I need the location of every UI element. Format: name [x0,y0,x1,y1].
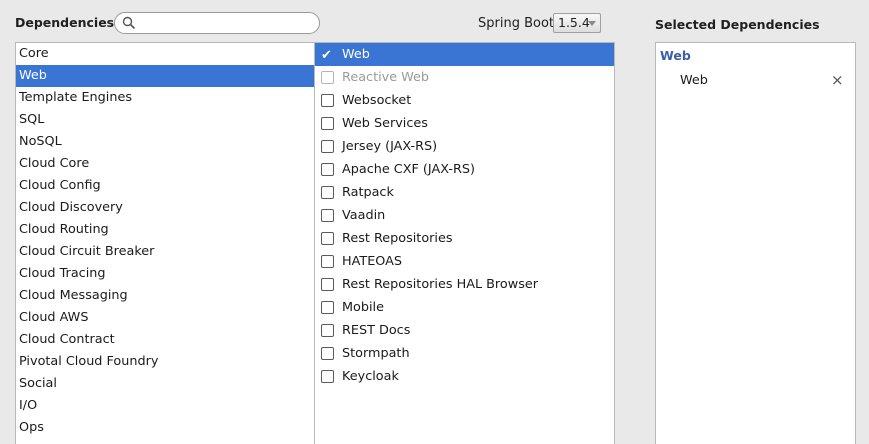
dependency-label: Vaadin [342,208,386,223]
spring-boot-version-value: 1.5.4 [558,15,590,30]
category-list[interactable]: Core Web Template Engines SQL NoSQL Cloud Cor… [15,42,315,444]
selected-dependencies-title: Selected Dependencies [655,17,820,32]
dependency-checkbox[interactable] [321,186,334,199]
dependency-label: Keycloak [342,369,399,384]
dependency-checkbox[interactable] [321,255,334,268]
category-item[interactable]: Social [16,373,314,395]
dependency-item[interactable]: Rest Repositories [315,227,614,250]
dependency-item[interactable]: Keycloak [315,365,614,388]
dependency-label: Web Services [342,116,428,131]
category-item[interactable]: I/O [16,395,314,417]
dependency-item[interactable]: Mobile [315,296,614,319]
dependency-checkbox[interactable] [321,209,334,222]
dependency-label: Stormpath [342,346,410,361]
dependency-item[interactable]: Jersey (JAX-RS) [315,135,614,158]
dependency-label: REST Docs [342,323,411,338]
category-item[interactable]: Cloud Routing [16,219,314,241]
category-item[interactable]: Cloud Messaging [16,285,314,307]
dependency-checkbox[interactable] [321,370,334,383]
dependency-item[interactable]: HATEOAS [315,250,614,273]
dependency-item[interactable]: Websocket [315,89,614,112]
dependency-item: Reactive Web [315,66,614,89]
dependency-list[interactable]: ✔ Web Reactive Web Websocket Web Services Jer… [314,42,615,444]
category-item[interactable]: Core [16,43,314,65]
dependency-label: Mobile [342,300,384,315]
dependency-item[interactable]: Apache CXF (JAX-RS) [315,158,614,181]
dependency-checkbox[interactable] [321,347,334,360]
dependency-checkbox[interactable] [321,140,334,153]
category-item[interactable]: SQL [16,109,314,131]
dependencies-title: Dependencies [15,15,115,30]
dependency-item[interactable]: Stormpath [315,342,614,365]
category-item[interactable]: Cloud Core [16,153,314,175]
dependency-checkbox[interactable] [321,117,334,130]
category-item[interactable]: Cloud Contract [16,329,314,351]
category-item[interactable]: Cloud AWS [16,307,314,329]
selected-group-header: Web [660,48,691,63]
selected-dependency-label: Web [680,73,708,88]
dependency-checkbox[interactable] [321,278,334,291]
dependency-checkbox[interactable] [321,301,334,314]
category-item[interactable]: Web [16,65,314,87]
selected-dependencies-panel: Web Web × [655,42,856,444]
category-item[interactable]: Template Engines [16,87,314,109]
dependency-checkbox[interactable] [321,324,334,337]
category-item[interactable]: NoSQL [16,131,314,153]
dependency-item[interactable]: Ratpack [315,181,614,204]
category-item[interactable]: Pivotal Cloud Foundry [16,351,314,373]
dependency-label: Websocket [342,93,412,108]
dependency-label: Jersey (JAX-RS) [342,139,438,154]
close-icon[interactable]: × [831,73,844,88]
category-item[interactable]: Cloud Circuit Breaker [16,241,314,263]
dependency-checkbox[interactable] [321,163,334,176]
chevron-down-icon [588,21,596,26]
dependency-label: Web [342,47,370,62]
check-icon: ✔ [321,48,332,63]
dependency-label: Reactive Web [342,70,430,85]
search-input[interactable] [139,15,315,31]
category-item[interactable]: Ops [16,417,314,439]
category-item[interactable]: Cloud Discovery [16,197,314,219]
dependency-checkbox[interactable]: ✔ [321,48,334,63]
dependency-label: HATEOAS [342,254,403,269]
dependency-item[interactable]: Vaadin [315,204,614,227]
dependency-checkbox [321,71,334,84]
dependency-item[interactable]: Web Services [315,112,614,135]
dependency-checkbox[interactable] [321,232,334,245]
category-item[interactable]: Cloud Tracing [16,263,314,285]
dependency-item[interactable]: Rest Repositories HAL Browser [315,273,614,296]
dependency-checkbox[interactable] [321,94,334,107]
spring-boot-label: Spring Boot [478,16,555,31]
dependency-label: Ratpack [342,185,394,200]
dependency-label: Apache CXF (JAX-RS) [342,162,475,177]
dependency-label: Rest Repositories HAL Browser [342,277,539,292]
dependency-item[interactable]: REST Docs [315,319,614,342]
dependency-label: Rest Repositories [342,231,453,246]
search-box[interactable] [114,12,320,34]
dependency-item[interactable]: ✔ Web [315,43,614,66]
spring-boot-version-select[interactable]: 1.5.4 [553,13,601,33]
category-item[interactable]: Cloud Config [16,175,314,197]
search-icon [122,16,136,30]
